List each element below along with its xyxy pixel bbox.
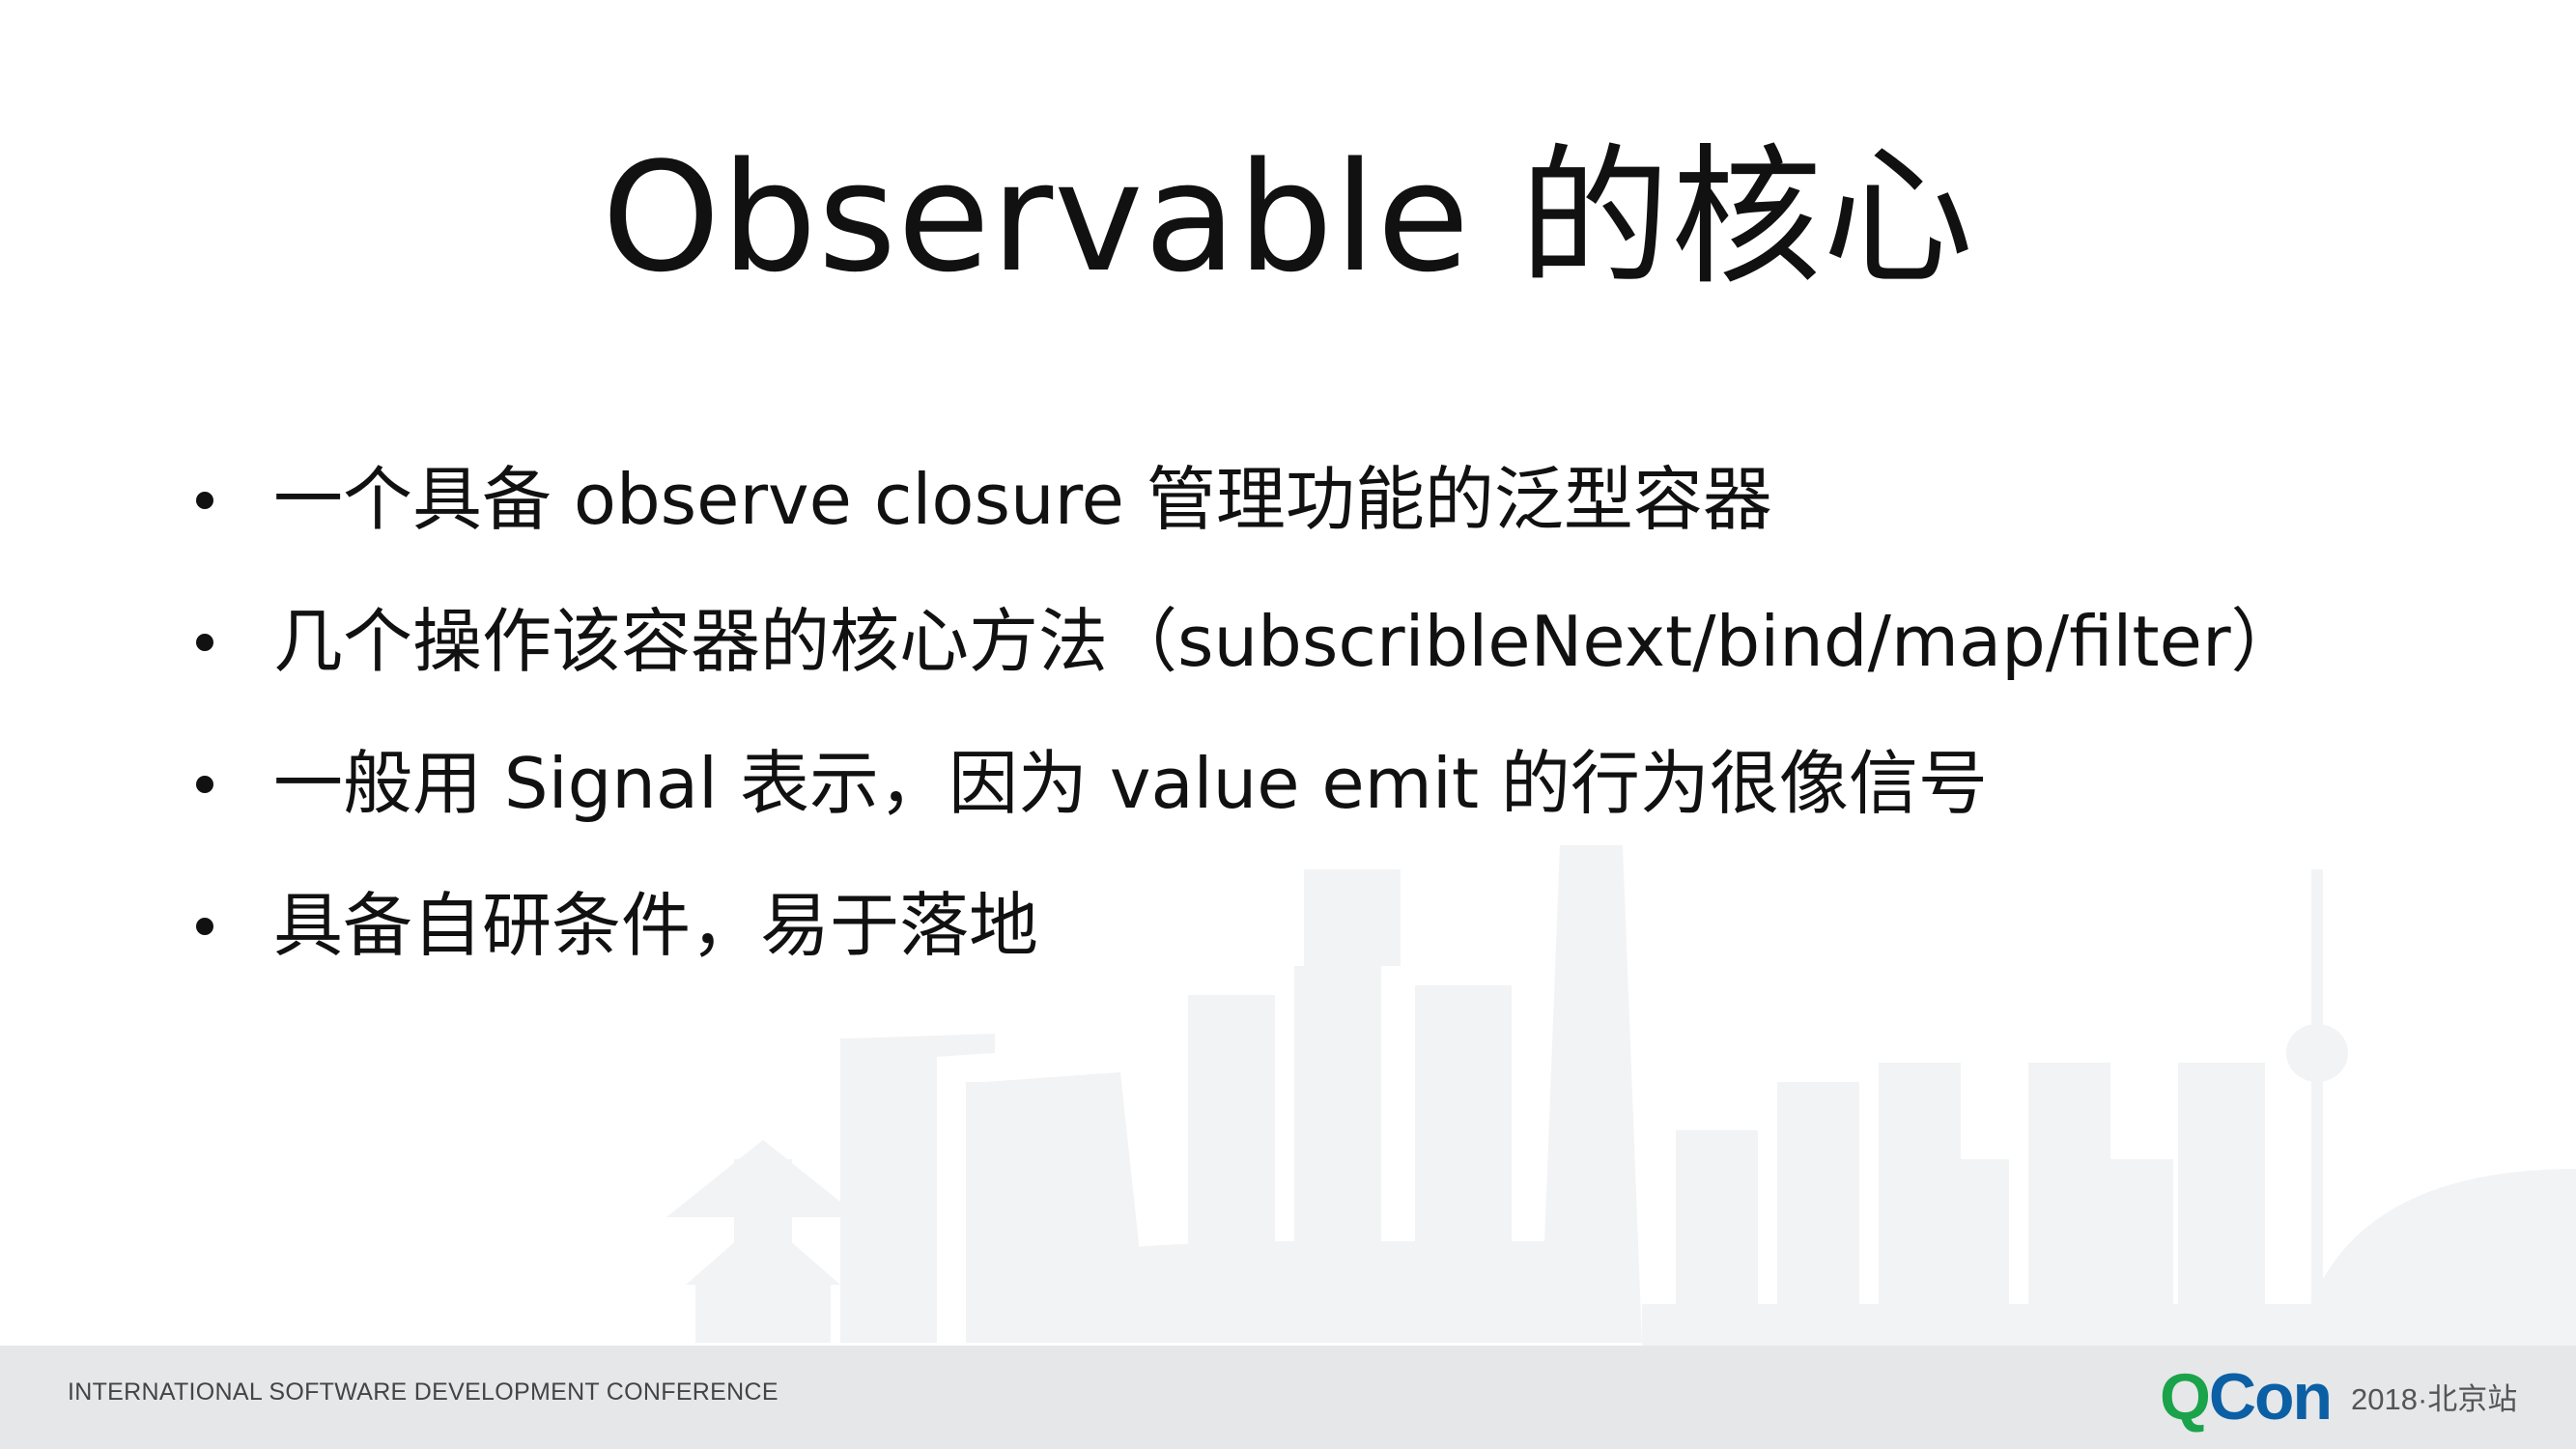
bullet-text: 一般用 Signal 表示，因为 value emit 的行为很像信号	[273, 743, 1988, 824]
logo-q: Q	[2160, 1360, 2211, 1434]
bullet-text: 几个操作该容器的核心方法（subscribleNext/bind/map/fil…	[273, 601, 2301, 682]
bullet-dot-icon	[196, 634, 213, 651]
footer-bar: INTERNATIONAL SOFTWARE DEVELOPMENT CONFE…	[0, 1346, 2576, 1449]
qcon-logo: QCon	[2160, 1359, 2333, 1436]
bullet-dot-icon	[196, 492, 213, 509]
bullet-list: 一个具备 observe closure 管理功能的泛型容器 几个操作该容器的核…	[188, 446, 2301, 1014]
slide-title: Observable 的核心	[601, 129, 1975, 305]
bullet-item: 具备自研条件，易于落地	[188, 872, 2301, 1014]
bullet-item: 一般用 Signal 表示，因为 value emit 的行为很像信号	[188, 730, 2301, 872]
slide: Observable 的核心 一个具备 observe closure 管理功能…	[0, 0, 2576, 1449]
bullet-dot-icon	[196, 918, 213, 935]
bullet-item: 几个操作该容器的核心方法（subscribleNext/bind/map/fil…	[188, 588, 2301, 730]
bullet-dot-icon	[196, 776, 213, 793]
event-label: 2018·北京站	[2351, 1382, 2518, 1416]
logo-con: Con	[2208, 1360, 2333, 1434]
conference-tagline: INTERNATIONAL SOFTWARE DEVELOPMENT CONFE…	[68, 1378, 778, 1406]
bullet-item: 一个具备 observe closure 管理功能的泛型容器	[188, 446, 2301, 588]
bullet-text: 具备自研条件，易于落地	[273, 885, 1039, 966]
bullet-text: 一个具备 observe closure 管理功能的泛型容器	[273, 459, 1772, 540]
